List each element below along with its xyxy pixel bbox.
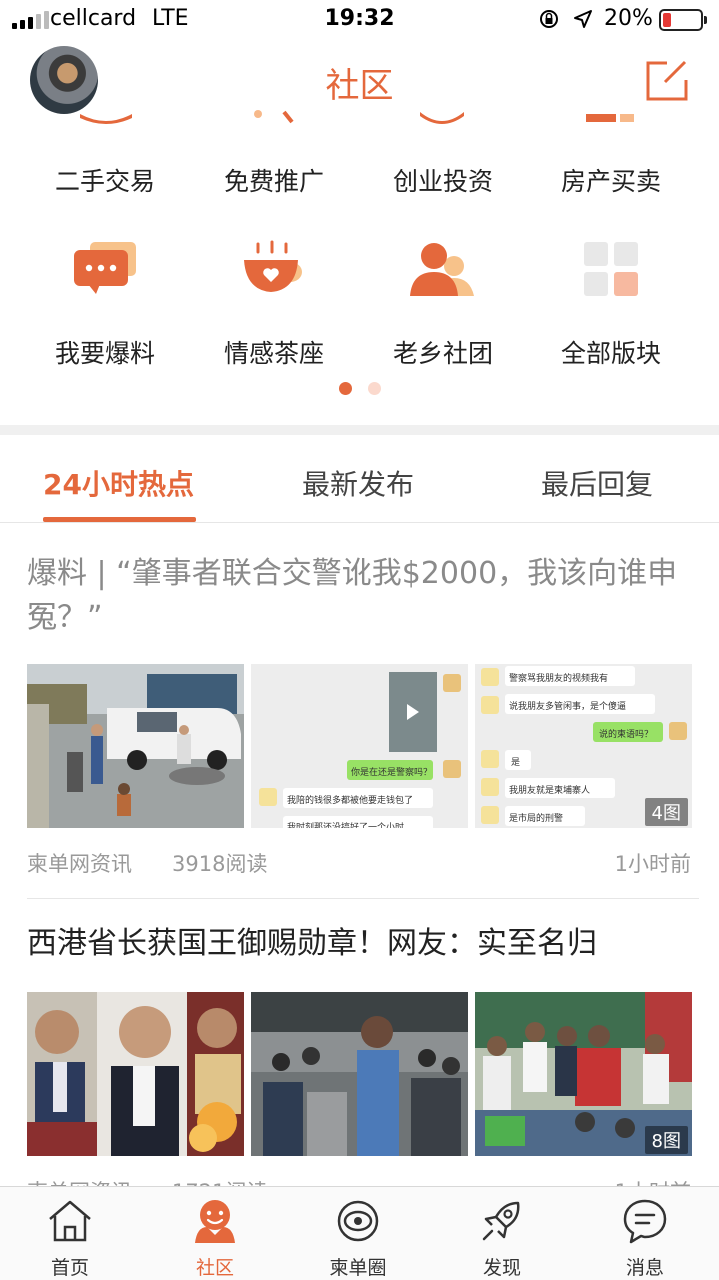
battery-percent: 20% (604, 6, 653, 31)
rocket-icon (482, 1201, 520, 1241)
tab-last-reply[interactable]: 最后回复 (541, 463, 653, 503)
thumbnail-photo[interactable] (27, 992, 244, 1156)
article-read-count: 3918阅读 (172, 852, 268, 876)
chat-message: 你是在还是警察吗？ (351, 768, 433, 778)
tabbar-label: 消息 (625, 1257, 664, 1279)
category-all-sections[interactable]: 全部版块 (526, 334, 696, 370)
divider (27, 898, 699, 899)
chat-message: 是市局的刑警 (509, 814, 564, 824)
page-indicator (0, 382, 719, 395)
battery-icon (659, 9, 707, 31)
category-second-hand[interactable]: 二手交易 (20, 162, 190, 198)
compose-icon[interactable] (645, 60, 689, 102)
thumbnail-chat-screenshot[interactable]: 警察骂我朋友的视频我有 说我朋友多管闲事，是个傻逼 说的柬语吗？ 是 我朋友就是… (475, 664, 692, 828)
category-free-promotion[interactable]: 免费推广 (189, 162, 359, 198)
tabbar-circle[interactable]: 柬单圈 (298, 1187, 418, 1280)
chat-message: 说的柬语吗？ (599, 730, 654, 740)
thumbnail-photo[interactable] (27, 664, 244, 828)
bottom-tab-bar: 首页 社区 柬单圈 发现 消息 (0, 1186, 719, 1280)
page-dot-1 (338, 382, 352, 395)
rotation-lock-icon (540, 10, 558, 28)
article-title[interactable]: 爆料 | “肇事者联合交警讹我$2000，我该向谁申冤？” (27, 552, 693, 640)
invest-icon (420, 112, 464, 124)
trade-icon (80, 114, 132, 124)
category-hometown-club[interactable]: 老乡社团 (358, 334, 528, 370)
tabbar-home[interactable]: 首页 (10, 1187, 130, 1280)
tabbar-label: 首页 (50, 1257, 89, 1279)
article-source: 柬单网资讯 (27, 852, 132, 876)
tabbar-discover[interactable]: 发现 (442, 1187, 562, 1280)
tab-24h-hot[interactable]: 24小时热点 (43, 463, 194, 503)
property-icon (586, 114, 634, 122)
thumbnail-photo[interactable] (251, 992, 468, 1156)
category-relationship[interactable]: 情感茶座 (189, 334, 359, 370)
thumbnail-photo[interactable]: 8图 (475, 992, 692, 1156)
message-bubble-icon (623, 1199, 667, 1244)
chat-message: 我朋友就是柬埔寨人 (509, 786, 591, 796)
article-time: 1小时前 (614, 852, 691, 876)
feed-tabs: 24小时热点 最新发布 最后回复 (0, 435, 719, 523)
tabbar-label: 柬单圈 (329, 1257, 387, 1279)
category-report[interactable]: 我要爆料 (20, 334, 190, 370)
article-thumbnails: 你是在还是警察吗？ 我陪的钱很多都被他要走钱包了 我时刻那还没搞好了一个小时 警… (27, 664, 693, 828)
image-count-badge: 4图 (644, 798, 688, 826)
tab-latest[interactable]: 最新发布 (302, 463, 414, 503)
tabbar-community[interactable]: 社区 (155, 1187, 275, 1280)
page-dot-2 (367, 382, 381, 395)
image-count-badge: 8图 (644, 1126, 688, 1154)
article-item[interactable]: 爆料 | “肇事者联合交警讹我$2000，我该向谁申冤？” 你是在还是警察吗？ … (27, 552, 693, 876)
category-real-estate[interactable]: 房产买卖 (526, 162, 696, 198)
tabbar-label: 发现 (482, 1257, 521, 1279)
chat-bubble-icon[interactable] (70, 238, 140, 300)
article-thumbnails: 8图 (27, 992, 693, 1156)
article-item[interactable]: 西港省长获国王御赐勋章！网友：实至名归 8图 (27, 922, 693, 1204)
status-bar: cellcard LTE 19:32 20% (0, 0, 719, 40)
community-icon (195, 1200, 235, 1243)
home-icon (49, 1200, 91, 1242)
tab-underline (43, 517, 196, 522)
chat-message: 是 (511, 758, 521, 768)
group-people-icon[interactable] (406, 238, 476, 300)
page-title: 社区 (325, 66, 394, 106)
chat-message: 警察骂我朋友的视频我有 (509, 674, 609, 684)
tabbar-messages[interactable]: 消息 (585, 1187, 705, 1280)
category-business-investment[interactable]: 创业投资 (358, 162, 528, 198)
category-grid: 二手交易 免费推广 创业投资 房产买卖 我要爆料 情感茶座 老乡社团 全部版块 (0, 110, 719, 425)
promote-icon (254, 110, 294, 124)
nav-header: 社区 (0, 40, 719, 120)
tea-cup-icon[interactable] (238, 238, 308, 300)
chat-message: 我时刻那还没搞好了一个小时 (287, 823, 405, 828)
location-arrow-icon (574, 10, 592, 28)
article-title[interactable]: 西港省长获国王御赐勋章！网友：实至名归 (27, 922, 693, 966)
thumbnail-chat-screenshot[interactable]: 你是在还是警察吗？ 我陪的钱很多都被他要走钱包了 我时刻那还没搞好了一个小时 (251, 664, 468, 828)
section-separator (0, 425, 719, 435)
chat-message: 说我朋友多管闲事，是个傻逼 (509, 702, 627, 712)
chat-message: 我陪的钱很多都被他要走钱包了 (287, 796, 414, 806)
all-sections-icon[interactable] (576, 238, 646, 300)
planet-icon (337, 1200, 379, 1242)
tabbar-label: 社区 (195, 1257, 234, 1279)
